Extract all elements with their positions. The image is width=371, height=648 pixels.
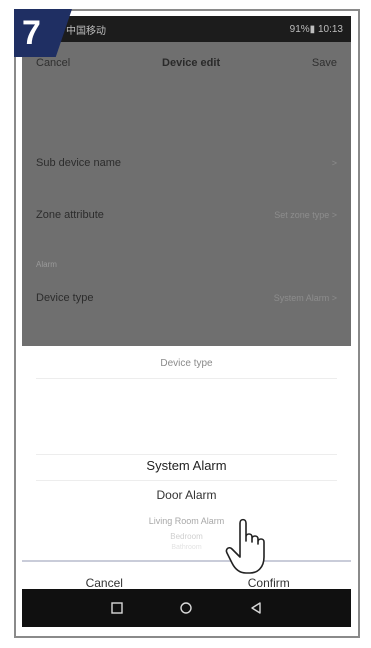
android-navigation-bar xyxy=(22,589,351,627)
top-navigation-bar: Cancel Device edit Save xyxy=(22,42,351,84)
zone-attribute-label: Zone attribute xyxy=(36,209,104,221)
carrier-text: 中国移动 xyxy=(66,25,106,37)
picker-divider xyxy=(36,378,337,379)
status-bar: 中国移动 91%▮ 10:13 xyxy=(22,16,351,42)
sub-device-name-row[interactable]: Sub device name > xyxy=(22,143,351,183)
save-button[interactable]: Save xyxy=(312,57,337,69)
selection-line-top xyxy=(36,454,337,455)
picker-option-bedroom[interactable]: Bedroom xyxy=(22,532,351,541)
device-type-value: System Alarm > xyxy=(273,293,337,303)
device-type-row[interactable]: Device type System Alarm > xyxy=(22,278,351,318)
phone-screen: 中国移动 91%▮ 10:13 Cancel Device edit Save … xyxy=(22,16,351,627)
picker-cancel-button[interactable]: Cancel xyxy=(22,576,187,590)
picker-option-living-room-alarm[interactable]: Living Room Alarm xyxy=(22,516,351,526)
device-type-picker-sheet: Device type System Alarm Door Alarm Livi… xyxy=(22,346,351,627)
step-number: 7 xyxy=(22,13,41,52)
zone-attribute-row[interactable]: Zone attribute Set zone type > xyxy=(22,195,351,235)
section-label: Alarm xyxy=(36,260,57,269)
cancel-button[interactable]: Cancel xyxy=(36,57,70,69)
page-title: Device edit xyxy=(162,57,221,69)
zone-attribute-value: Set zone type > xyxy=(274,210,337,220)
selection-line-bottom xyxy=(36,480,337,481)
pointing-hand-icon xyxy=(224,515,272,582)
dimmed-background: Cancel Device edit Save Sub device name … xyxy=(22,42,351,346)
chevron-right-icon: > xyxy=(331,158,337,168)
sub-device-name-label: Sub device name xyxy=(36,157,121,169)
picker-title: Device type xyxy=(160,358,213,369)
picker-option-system-alarm[interactable]: System Alarm xyxy=(22,458,351,473)
circle-icon[interactable] xyxy=(175,597,197,619)
picker-option-bathroom[interactable]: Bathroom xyxy=(22,544,351,551)
triangle-back-icon[interactable] xyxy=(245,597,267,619)
square-icon[interactable] xyxy=(106,597,128,619)
picker-option-door-alarm[interactable]: Door Alarm xyxy=(22,488,351,502)
device-type-label: Device type xyxy=(36,292,94,304)
status-right: 91%▮ 10:13 xyxy=(289,23,343,35)
